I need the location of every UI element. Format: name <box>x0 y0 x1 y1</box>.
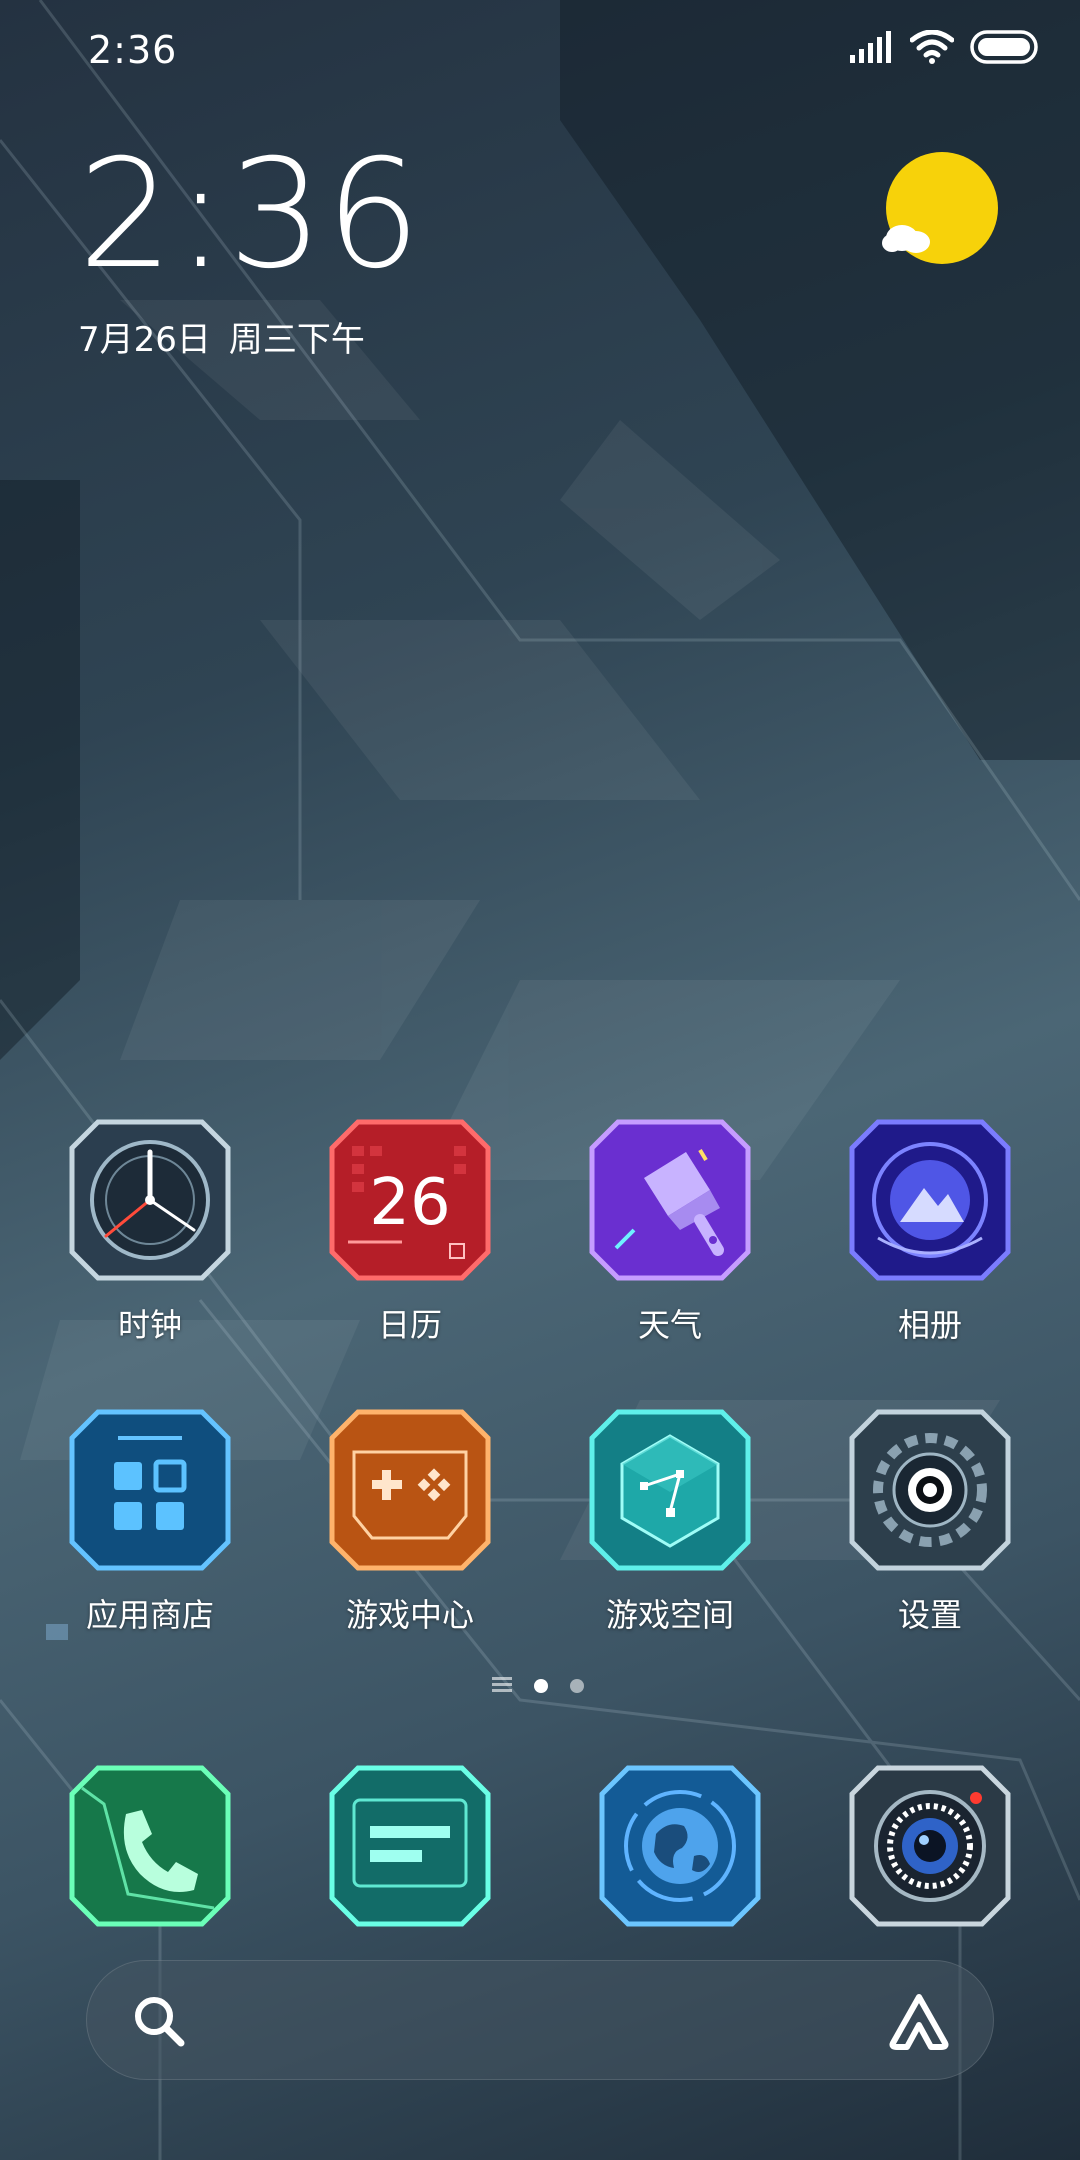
app-grid: 时钟 26 日历 天气 相册 应用商店 游戏中心 游戏空间 设置 <box>0 1118 1080 1698</box>
status-time: 2:36 <box>88 28 178 72</box>
phone-icon <box>69 1765 231 1927</box>
app-row: 应用商店 游戏中心 游戏空间 设置 <box>0 1408 1080 1698</box>
dock-messages[interactable] <box>310 1764 510 1928</box>
app-store-icon <box>69 1409 231 1571</box>
settings-gear-icon <box>849 1409 1011 1571</box>
search-icon[interactable] <box>131 1993 187 2053</box>
wifi-icon <box>909 29 955 68</box>
app-app-store[interactable]: 应用商店 <box>50 1408 250 1636</box>
game-center-icon <box>329 1409 491 1571</box>
app-label: 游戏空间 <box>605 1596 734 1634</box>
app-game-space[interactable]: 游戏空间 <box>570 1408 770 1636</box>
app-game-center[interactable]: 游戏中心 <box>310 1408 510 1636</box>
game-space-icon <box>589 1409 751 1571</box>
clock-widget[interactable]: 2:36 7月26日 周三下午 <box>78 140 423 361</box>
clock-icon <box>69 1119 231 1281</box>
date-line: 7月26日 周三下午 <box>78 312 423 361</box>
app-label: 游戏中心 <box>345 1596 474 1634</box>
page-dot[interactable] <box>570 1679 584 1693</box>
page-list-icon[interactable] <box>492 1676 512 1696</box>
dock-browser[interactable] <box>580 1764 780 1928</box>
app-label: 天气 <box>637 1306 702 1344</box>
signal-icon <box>850 31 894 67</box>
dock-phone[interactable] <box>50 1764 250 1928</box>
browser-globe-icon <box>599 1765 761 1927</box>
calendar-icon: 26 <box>329 1119 491 1281</box>
weather-widget[interactable] <box>880 150 1000 270</box>
sun-cloud-icon <box>882 152 998 264</box>
app-settings[interactable]: 设置 <box>830 1408 1030 1636</box>
app-label: 日历 <box>377 1306 442 1344</box>
status-icons <box>850 29 1040 68</box>
dock-camera[interactable] <box>830 1764 1030 1928</box>
page-dot-active[interactable] <box>534 1679 548 1693</box>
app-weather[interactable]: 天气 <box>570 1118 770 1346</box>
page-indicator[interactable] <box>492 1676 584 1696</box>
battery-icon <box>970 30 1040 68</box>
weather-brush-icon <box>589 1119 751 1281</box>
dock <box>0 1764 1080 1934</box>
app-label: 应用商店 <box>85 1596 214 1634</box>
camera-icon <box>849 1765 1011 1927</box>
app-calendar[interactable]: 26 日历 <box>310 1118 510 1346</box>
assistant-icon[interactable] <box>887 1991 951 2055</box>
gallery-icon <box>849 1119 1011 1281</box>
big-clock-time: 2:36 <box>78 128 423 302</box>
messages-icon <box>329 1765 491 1927</box>
search-bar[interactable] <box>86 1960 994 2080</box>
status-bar: 2:36 <box>0 0 1080 100</box>
date-text: 7月26日 <box>78 320 211 360</box>
calendar-day: 26 <box>369 1166 450 1240</box>
app-gallery[interactable]: 相册 <box>830 1118 1030 1346</box>
weekday-text: 周三下午 <box>228 320 365 360</box>
app-label: 设置 <box>897 1596 962 1634</box>
app-clock[interactable]: 时钟 <box>50 1118 250 1346</box>
app-label: 相册 <box>897 1306 962 1344</box>
app-row: 时钟 26 日历 天气 相册 <box>0 1118 1080 1408</box>
app-label: 时钟 <box>117 1306 182 1344</box>
